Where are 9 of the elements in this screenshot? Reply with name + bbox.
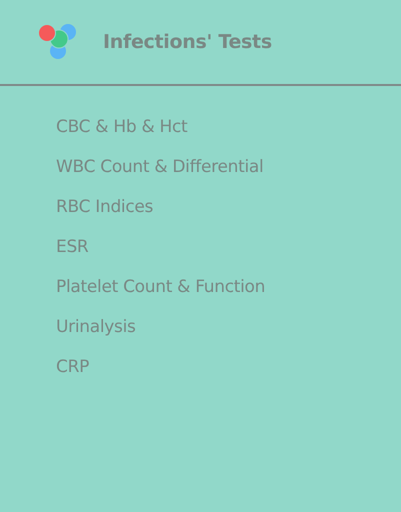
menu-item[interactable]: CBC & Hb & Hct xyxy=(56,116,401,139)
menu-item[interactable]: ESR xyxy=(56,236,401,259)
menu-item[interactable]: RBC Indices xyxy=(56,196,401,219)
menu-item[interactable]: WBC Count & Differential xyxy=(56,156,401,179)
logo-icon xyxy=(36,22,78,62)
app-title: Infections' Tests xyxy=(103,31,272,53)
menu-item[interactable]: Platelet Count & Function xyxy=(56,276,401,299)
menu-item[interactable]: CRP xyxy=(56,356,401,379)
menu-item[interactable]: Urinalysis xyxy=(56,316,401,339)
